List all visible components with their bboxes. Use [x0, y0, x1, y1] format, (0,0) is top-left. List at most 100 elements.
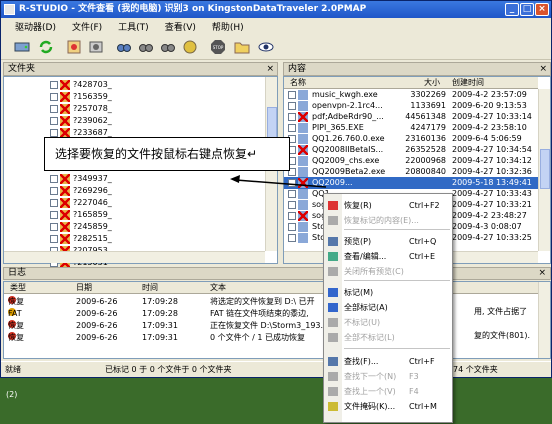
menu-item[interactable]: 全部标记(A): [324, 300, 452, 315]
menu-item[interactable]: 查找(F)... Ctrl+F: [324, 354, 452, 369]
folder-item[interactable]: ?227046_: [50, 197, 112, 209]
checkbox[interactable]: [288, 200, 296, 209]
menu-item-label: 不标记(U): [344, 318, 381, 327]
drive-icon[interactable]: [13, 38, 31, 56]
recover-marked-icon[interactable]: [87, 38, 105, 56]
log-row[interactable]: FAT 2009-6-26 17:09:28 FAT 链在文件项结束的黍边,: [4, 308, 538, 320]
checkbox[interactable]: [288, 90, 296, 99]
menu-item-shortcut: Ctrl+E: [409, 252, 435, 261]
checkbox[interactable]: [288, 189, 296, 198]
checkbox[interactable]: [288, 211, 296, 220]
folder-item[interactable]: ?165859_: [50, 209, 112, 221]
checkbox[interactable]: [50, 222, 58, 231]
menu-item-icon: [328, 267, 338, 276]
log-scrollbar[interactable]: [538, 282, 550, 358]
checkbox[interactable]: [50, 128, 58, 137]
folder-item[interactable]: ?282515_: [50, 233, 112, 245]
menu-help[interactable]: 帮助(H): [204, 18, 252, 34]
log-row[interactable]: 恢复 2009-6-26 17:09:31 0 个文件个 / 1 已成功恢复: [4, 332, 538, 344]
folder-item[interactable]: ?349937_: [50, 173, 112, 185]
find-next-icon[interactable]: [137, 38, 155, 56]
folder-hscrollbar[interactable]: [4, 251, 265, 263]
refresh-icon[interactable]: [37, 38, 55, 56]
folder-item[interactable]: ?257078_: [50, 103, 112, 115]
menu-item[interactable]: 恢复(R) Ctrl+F2: [324, 198, 452, 213]
menu-item[interactable]: 文件掩码(K)... Ctrl+M: [324, 399, 452, 414]
log-type: FAT: [8, 309, 22, 318]
log-row[interactable]: 恢复 2009-6-26 17:09:31 正在恢复文件 D:\Storm3_193.: [4, 320, 538, 332]
checkbox[interactable]: [50, 210, 58, 219]
file-list-header: 名称 大小 创建时间: [284, 77, 538, 89]
view-icon[interactable]: [257, 38, 275, 56]
checkbox[interactable]: [288, 112, 296, 121]
log-row[interactable]: 恢复 2009-6-26 17:09:28 将选定的文件恢复到 D:\ 已开: [4, 296, 538, 308]
close-icon[interactable]: ×: [538, 268, 546, 279]
log-col-text[interactable]: 文本: [210, 282, 226, 293]
checkbox[interactable]: [50, 104, 58, 113]
folder-item[interactable]: ?428703_: [50, 79, 112, 91]
folder-item[interactable]: ?239062_: [50, 115, 112, 127]
maximize-button[interactable]: □: [520, 3, 534, 16]
folder-icon[interactable]: [233, 38, 251, 56]
find-icon[interactable]: [115, 38, 133, 56]
checkbox[interactable]: [50, 198, 58, 207]
menu-file[interactable]: 文件(F): [64, 18, 110, 34]
scroll-thumb[interactable]: [540, 149, 550, 189]
log-col-time[interactable]: 时间: [142, 282, 158, 293]
menu-item-label: 全部标记(A): [344, 303, 388, 312]
file-scrollbar[interactable]: [538, 89, 550, 251]
menu-item[interactable]: 不标记(U): [324, 315, 452, 330]
menu-item[interactable]: 关闭所有预览(C): [324, 264, 452, 279]
checkbox[interactable]: [288, 222, 296, 231]
log-date: 2009-6-26: [76, 333, 118, 342]
file-icon: [298, 188, 308, 199]
menu-item[interactable]: 查找上一个(V) F4: [324, 384, 452, 399]
menu-item[interactable]: 查找下一个(N) F3: [324, 369, 452, 384]
recover-icon[interactable]: [65, 38, 83, 56]
menu-tools[interactable]: 工具(T): [110, 18, 157, 34]
checkbox[interactable]: [288, 123, 296, 132]
menu-item[interactable]: 恢复标记的内容(E)...: [324, 213, 452, 228]
menu-item[interactable]: 全部不标记(L): [324, 330, 452, 345]
menu-item-label: 查找上一个(V): [344, 387, 396, 396]
folder-item[interactable]: ?269296_: [50, 185, 112, 197]
menu-separator: [344, 280, 450, 281]
checkbox[interactable]: [288, 101, 296, 110]
menu-item[interactable]: 查看/编辑... Ctrl+E: [324, 249, 452, 264]
deleted-folder-icon: [60, 91, 70, 102]
col-created[interactable]: 创建时间: [452, 77, 484, 88]
log-list: 类型 日期 时间 文本 恢复 2009-6-26 17:09:28 将选定的文件恢复到…: [3, 281, 551, 359]
title-bar: R-STUDIO - 文件查看 (我的电脑) 识别3 on KingstonDa…: [1, 1, 551, 18]
log-pane-label: 日志: [8, 268, 27, 278]
checkbox[interactable]: [50, 174, 58, 183]
find-prev-icon[interactable]: [159, 38, 177, 56]
folder-item[interactable]: ?156359_: [50, 91, 112, 103]
minimize-button[interactable]: _: [505, 3, 519, 16]
menu-item-icon: [328, 402, 338, 411]
close-icon[interactable]: ×: [266, 63, 274, 75]
log-col-type[interactable]: 类型: [10, 282, 26, 293]
checkbox[interactable]: [288, 233, 296, 242]
checkbox[interactable]: [50, 92, 58, 101]
menu-item[interactable]: 标记(M): [324, 285, 452, 300]
col-name[interactable]: 名称: [290, 77, 306, 88]
desktop-area: (2): [2, 378, 22, 408]
folder-item-label: ?233687_: [73, 128, 112, 137]
file-icon: [298, 155, 308, 166]
mask-icon[interactable]: [181, 38, 199, 56]
checkbox[interactable]: [50, 186, 58, 195]
menu-view[interactable]: 查看(V): [157, 18, 204, 34]
col-size[interactable]: 大小: [424, 77, 440, 88]
log-col-date[interactable]: 日期: [76, 282, 92, 293]
close-button[interactable]: ×: [535, 3, 549, 16]
menu-item[interactable]: 预览(P) Ctrl+Q: [324, 234, 452, 249]
menu-separator: [344, 348, 450, 349]
checkbox[interactable]: [50, 116, 58, 125]
close-icon[interactable]: ×: [539, 63, 547, 75]
menu-drive[interactable]: 驱动器(D): [7, 18, 64, 34]
menu-item-label: 全部不标记(L): [344, 333, 395, 342]
stop-icon[interactable]: STOP: [209, 38, 227, 56]
checkbox[interactable]: [50, 234, 58, 243]
checkbox[interactable]: [50, 80, 58, 89]
folder-item[interactable]: ?245859_: [50, 221, 112, 233]
